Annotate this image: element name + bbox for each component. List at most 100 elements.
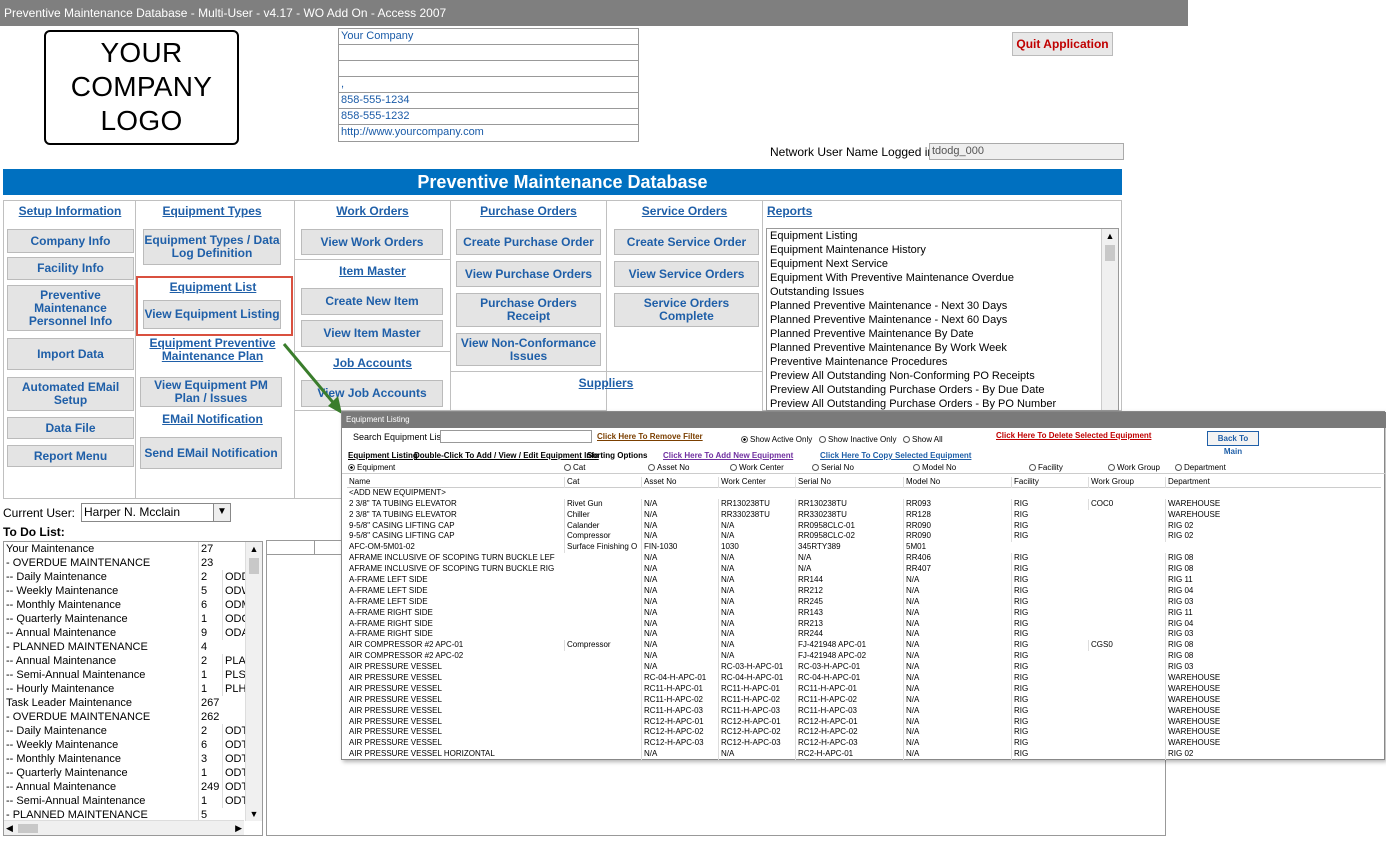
- column-header[interactable]: Asset No: [641, 477, 718, 488]
- show-all-radio[interactable]: Show All: [903, 435, 943, 444]
- data-file-button[interactable]: Data File: [7, 417, 134, 439]
- todo-row[interactable]: -- Weekly Maintenance 5ODW: [4, 584, 262, 598]
- company-info-button[interactable]: Company Info: [7, 229, 134, 253]
- view-non-conformance-button[interactable]: View Non-Conformance Issues: [456, 333, 601, 366]
- report-menu-button[interactable]: Report Menu: [7, 445, 134, 467]
- radio-icon[interactable]: [913, 464, 920, 471]
- todo-vertical-scrollbar[interactable]: ▲ ▼: [245, 542, 262, 821]
- sort-option-work-group[interactable]: Work Group: [1108, 463, 1160, 472]
- report-item[interactable]: Preview All Outstanding Purchase Orders …: [767, 397, 1118, 410]
- equipment-row[interactable]: AIR PRESSURE VESSEL RC12-H-APC-02 RC12-H-A…: [347, 727, 1381, 739]
- radio-icon[interactable]: [819, 436, 826, 443]
- todo-row[interactable]: -- Semi-Annual Maintenance 1PLSe: [4, 668, 262, 682]
- equipment-row[interactable]: 9-5/8" CASING LIFTING CAP Compressor N/A N/…: [347, 531, 1381, 543]
- view-purchase-orders-button[interactable]: View Purchase Orders: [456, 261, 601, 287]
- facility-info-button[interactable]: Facility Info: [7, 257, 134, 280]
- report-item[interactable]: Equipment Maintenance History: [767, 243, 1118, 257]
- equipment-row[interactable]: 9-5/8" CASING LIFTING CAP Calander N/A N/A R…: [347, 520, 1381, 532]
- current-user-select[interactable]: Harper N. Mcclain: [81, 503, 231, 522]
- equipment-row[interactable]: <ADD NEW EQUIPMENT>: [347, 488, 1381, 499]
- sort-option-work-center[interactable]: Work Center: [730, 463, 784, 472]
- view-equipment-pm-plan-button[interactable]: View Equipment PM Plan / Issues: [140, 377, 282, 407]
- search-input[interactable]: [440, 430, 592, 443]
- equipment-types-button[interactable]: Equipment Types / Data Log Definition: [143, 229, 281, 265]
- copy-equipment-link[interactable]: Click Here To Copy Selected Equipment: [820, 451, 971, 460]
- report-item[interactable]: Outstanding Issues: [767, 285, 1118, 299]
- sort-option-serial-no[interactable]: Serial No: [812, 463, 854, 472]
- setup-header[interactable]: Setup Information: [5, 204, 135, 218]
- equipment-row[interactable]: AIR PRESSURE VESSEL RC-04-H-APC-01 RC-04-H…: [347, 673, 1381, 684]
- reports-list[interactable]: Equipment Listing Equipment Maintenance …: [766, 228, 1119, 411]
- report-item[interactable]: Preview All Outstanding Purchase Orders …: [767, 383, 1118, 397]
- equipment-row[interactable]: AFC-OM-5M01-02 Surface Finishing O FIN-103…: [347, 542, 1381, 554]
- quit-application-button[interactable]: Quit Application: [1012, 32, 1113, 56]
- email-notification-header[interactable]: EMail Notification: [140, 412, 285, 426]
- service-orders-complete-button[interactable]: Service Orders Complete: [614, 293, 759, 327]
- radio-icon[interactable]: [1175, 464, 1182, 471]
- column-header[interactable]: Serial No: [795, 477, 903, 488]
- todo-row[interactable]: -- Quarterly Maintenance 1ODQ: [4, 612, 262, 626]
- chevron-down-icon[interactable]: ▼: [213, 504, 230, 521]
- equipment-row[interactable]: AIR PRESSURE VESSEL RC11-H-APC-01 RC11-H-A…: [347, 683, 1381, 695]
- todo-row[interactable]: -- Daily Maintenance 2ODD: [4, 570, 262, 584]
- sort-option-department[interactable]: Department: [1175, 463, 1226, 472]
- report-item[interactable]: Preventive Maintenance Procedures: [767, 355, 1118, 369]
- equipment-types-header[interactable]: Equipment Types: [138, 204, 286, 218]
- scroll-thumb[interactable]: [249, 558, 259, 574]
- view-work-orders-button[interactable]: View Work Orders: [301, 229, 443, 255]
- remove-filter-link[interactable]: Click Here To Remove Filter: [597, 432, 703, 441]
- back-to-main-button[interactable]: Back To Main: [1207, 431, 1259, 456]
- todo-row[interactable]: -- Annual Maintenance 2PLAI: [4, 654, 262, 668]
- scroll-up-icon[interactable]: ▲: [1102, 229, 1118, 243]
- show-inactive-radio[interactable]: Show Inactive Only: [819, 435, 896, 444]
- radio-icon[interactable]: [812, 464, 819, 471]
- work-orders-header[interactable]: Work Orders: [296, 204, 449, 218]
- todo-row[interactable]: - OVERDUE MAINTENANCE 262: [4, 710, 262, 724]
- create-service-order-button[interactable]: Create Service Order: [614, 229, 759, 255]
- equipment-row[interactable]: A-FRAME RIGHT SIDE N/A N/A RR143 N/A RIG RIG 1…: [347, 607, 1381, 619]
- todo-row[interactable]: -- Annual Maintenance 249 ODT: [4, 780, 262, 794]
- scroll-thumb[interactable]: [1105, 245, 1115, 261]
- todo-row[interactable]: Your Maintenance 27: [4, 542, 262, 556]
- equipment-row[interactable]: AIR PRESSURE VESSEL RC12-H-APC-01 RC12-H-A…: [347, 716, 1381, 728]
- item-master-header[interactable]: Item Master: [296, 264, 449, 278]
- equipment-row[interactable]: AIR PRESSURE VESSEL HORIZONTAL N/A N/A RC2-…: [347, 749, 1381, 760]
- suppliers-header[interactable]: Suppliers: [452, 376, 760, 390]
- equipment-row[interactable]: AFRAME INCLUSIVE OF SCOPING TURN BUCKLE …: [347, 564, 1381, 576]
- todo-row[interactable]: -- Annual Maintenance 9ODA: [4, 626, 262, 640]
- column-header[interactable]: Model No: [903, 477, 1011, 488]
- equipment-row[interactable]: AIR COMPRESSOR #2 APC-02 N/A N/A FJ-421948 …: [347, 651, 1381, 663]
- todo-row[interactable]: Task Leader Maintenance 267: [4, 696, 262, 710]
- view-service-orders-button[interactable]: View Service Orders: [614, 261, 759, 287]
- purchase-orders-header[interactable]: Purchase Orders: [452, 204, 605, 218]
- send-email-notification-button[interactable]: Send EMail Notification: [140, 437, 282, 469]
- todo-row[interactable]: - PLANNED MAINTENANCE 4: [4, 640, 262, 654]
- report-item[interactable]: Planned Preventive Maintenance - Next 60…: [767, 313, 1118, 327]
- sort-option-equipment[interactable]: Equipment: [348, 463, 395, 472]
- column-header[interactable]: Work Group: [1088, 477, 1165, 488]
- todo-row[interactable]: -- Weekly Maintenance 6 ODT: [4, 738, 262, 752]
- equipment-row[interactable]: A-FRAME LEFT SIDE N/A N/A RR245 N/A RIG RIG 03: [347, 596, 1381, 608]
- pm-personnel-info-button[interactable]: Preventive Maintenance Personnel Info: [7, 285, 134, 331]
- todo-row[interactable]: - OVERDUE MAINTENANCE 23: [4, 556, 262, 570]
- scroll-right-icon[interactable]: ▶: [235, 821, 242, 835]
- column-header[interactable]: Cat: [564, 477, 641, 488]
- todo-row[interactable]: -- Daily Maintenance 2 ODT: [4, 724, 262, 738]
- equipment-row[interactable]: AIR PRESSURE VESSEL N/A RC-03-H-APC-01 RC-0…: [347, 662, 1381, 674]
- show-active-radio[interactable]: Show Active Only: [741, 435, 812, 444]
- equipment-row[interactable]: AIR PRESSURE VESSEL RC11-H-APC-03 RC11-H-A…: [347, 705, 1381, 717]
- scroll-thumb[interactable]: [18, 824, 38, 833]
- radio-icon[interactable]: [730, 464, 737, 471]
- equipment-row[interactable]: AIR PRESSURE VESSEL RC12-H-APC-03 RC12-H-A…: [347, 738, 1381, 750]
- sort-option-cat[interactable]: Cat: [564, 463, 585, 472]
- create-purchase-order-button[interactable]: Create Purchase Order: [456, 229, 601, 255]
- equipment-row[interactable]: A-FRAME LEFT SIDE N/A N/A RR212 N/A RIG RIG 04: [347, 585, 1381, 597]
- service-orders-header[interactable]: Service Orders: [608, 204, 761, 218]
- sort-option-facility[interactable]: Facility: [1029, 463, 1063, 472]
- report-item[interactable]: Planned Preventive Maintenance By Date: [767, 327, 1118, 341]
- equipment-row[interactable]: A-FRAME RIGHT SIDE N/A N/A RR213 N/A RIG RIG 0…: [347, 618, 1381, 630]
- radio-icon[interactable]: [903, 436, 910, 443]
- equipment-row[interactable]: AIR COMPRESSOR #2 APC-01 Compressor N/A N/A…: [347, 640, 1381, 652]
- radio-icon[interactable]: [1029, 464, 1036, 471]
- todo-row[interactable]: -- Monthly Maintenance 3 ODT: [4, 752, 262, 766]
